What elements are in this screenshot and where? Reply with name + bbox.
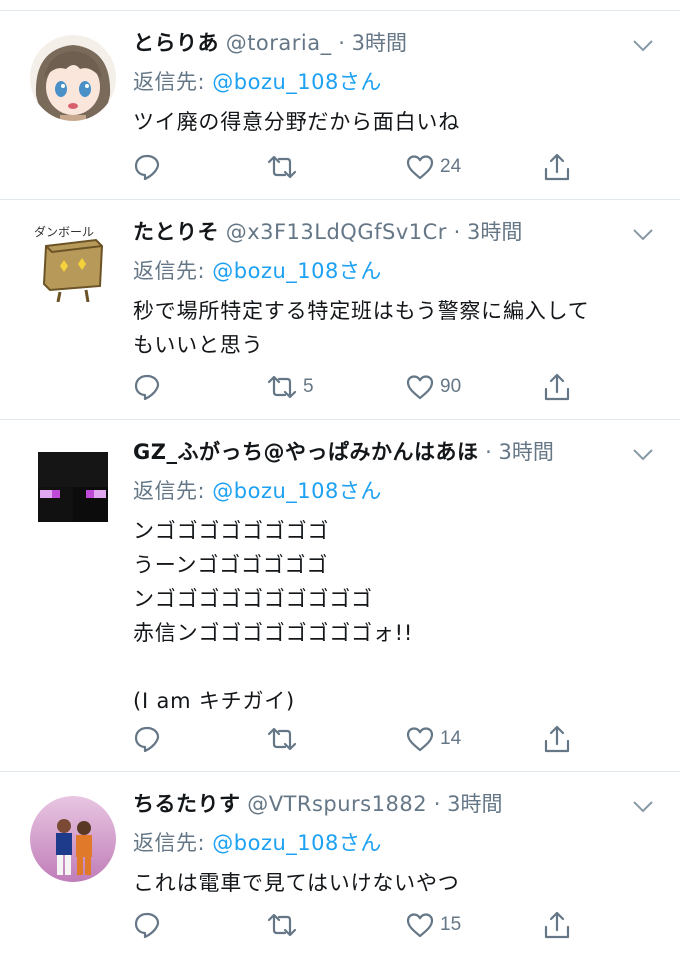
- like-button[interactable]: 14: [405, 723, 461, 755]
- reply-mention-link[interactable]: @bozu_108さん: [212, 259, 382, 283]
- reply-icon: [134, 912, 160, 939]
- tweet-actions: 24: [133, 151, 583, 183]
- reply-mention-link[interactable]: @bozu_108さん: [212, 831, 382, 855]
- timestamp[interactable]: 3時間: [447, 792, 502, 816]
- reply-button[interactable]: [133, 909, 161, 941]
- tweet-actions: 14: [133, 723, 583, 755]
- retweet-button[interactable]: [266, 909, 303, 941]
- user-handle[interactable]: @toraria_: [226, 31, 332, 55]
- like-button[interactable]: 15: [405, 909, 461, 941]
- retweet-icon: [267, 375, 297, 399]
- separator-dot: ·: [485, 440, 492, 464]
- retweet-button[interactable]: 5: [266, 371, 314, 403]
- user-handle[interactable]: @x3F13LdQGfSv1Cr: [226, 220, 447, 244]
- cardboard-box-avatar-icon[interactable]: ダンボール: [30, 216, 116, 302]
- tweet-header: とらりあ @toraria_ · 3時間: [133, 27, 407, 59]
- chevron-down-icon[interactable]: [632, 39, 654, 53]
- reply-button[interactable]: [133, 151, 161, 183]
- reply-button[interactable]: [133, 371, 161, 403]
- reply-context: 返信先: @bozu_108さん: [133, 828, 382, 858]
- reply-icon: [134, 154, 160, 181]
- retweet-icon: [267, 727, 297, 751]
- heart-icon: [406, 913, 434, 938]
- tweet-actions: 5 90: [133, 371, 583, 403]
- reply-mention-link[interactable]: @bozu_108さん: [212, 479, 382, 503]
- tweet-item[interactable]: ダンボール たとりそ @x3F13LdQGfSv1Cr · 3時間 返信先: @…: [0, 200, 680, 420]
- display-name[interactable]: GZ_ふがっち@やっぱみかんはあほ: [133, 440, 478, 464]
- tweet-header: ちるたりす @VTRspurs1882 · 3時間: [133, 788, 503, 820]
- chevron-down-icon[interactable]: [632, 800, 654, 814]
- tweet-text: ンゴゴゴゴゴゴゴゴ うーンゴゴゴゴゴゴ ンゴゴゴゴゴゴゴゴゴゴ 赤信ンゴゴゴゴゴ…: [133, 519, 414, 713]
- share-icon: [544, 153, 570, 181]
- retweet-button[interactable]: [266, 723, 303, 755]
- display-name[interactable]: たとりそ: [133, 220, 219, 244]
- timestamp[interactable]: 3時間: [499, 440, 554, 464]
- reply-icon: [134, 726, 160, 753]
- chevron-down-icon[interactable]: [632, 448, 654, 462]
- pixel-enderman-avatar-icon[interactable]: [38, 452, 108, 522]
- reply-mention-link[interactable]: @bozu_108さん: [212, 70, 382, 94]
- reply-context: 返信先: @bozu_108さん: [133, 256, 382, 286]
- retweet-count: 5: [303, 376, 314, 397]
- reply-icon: [134, 374, 160, 401]
- timestamp[interactable]: 3時間: [352, 31, 407, 55]
- heart-icon: [406, 155, 434, 180]
- tweet-feed: とらりあ @toraria_ · 3時間 返信先: @bozu_108さん ツイ…: [0, 0, 680, 975]
- reply-button[interactable]: [133, 723, 161, 755]
- retweet-icon: [267, 155, 297, 179]
- share-button[interactable]: [543, 151, 571, 183]
- heart-icon: [406, 375, 434, 400]
- avatar-label: ダンボール: [34, 224, 94, 239]
- like-count: 24: [440, 156, 462, 177]
- reply-prefix: 返信先:: [133, 831, 213, 855]
- user-handle[interactable]: @VTRspurs1882: [247, 792, 427, 816]
- tweet-item[interactable]: ちるたりす @VTRspurs1882 · 3時間 返信先: @bozu_108…: [0, 772, 680, 975]
- retweet-button[interactable]: [266, 151, 303, 183]
- tweet-item[interactable]: とらりあ @toraria_ · 3時間 返信先: @bozu_108さん ツイ…: [0, 11, 680, 200]
- share-button[interactable]: [543, 909, 571, 941]
- tweet-item[interactable]: GZ_ふがっち@やっぱみかんはあほ · 3時間 返信先: @bozu_108さん…: [0, 420, 680, 772]
- anime-girl-avatar-icon[interactable]: [30, 35, 116, 121]
- timestamp[interactable]: 3時間: [467, 220, 522, 244]
- tweet-header: たとりそ @x3F13LdQGfSv1Cr · 3時間: [133, 216, 522, 248]
- share-button[interactable]: [543, 371, 571, 403]
- tweet-actions: 15: [133, 909, 583, 941]
- share-icon: [544, 373, 570, 401]
- chevron-down-icon[interactable]: [632, 228, 654, 242]
- tweet-text: ツイ廃の得意分野だから面白いね: [133, 110, 460, 134]
- reply-context: 返信先: @bozu_108さん: [133, 476, 382, 506]
- heart-icon: [406, 727, 434, 752]
- display-name[interactable]: とらりあ: [133, 31, 219, 55]
- soccer-players-avatar-icon[interactable]: [30, 796, 116, 882]
- reply-context: 返信先: @bozu_108さん: [133, 67, 382, 97]
- retweet-icon: [267, 913, 297, 937]
- like-count: 90: [440, 376, 462, 397]
- reply-prefix: 返信先:: [133, 70, 213, 94]
- like-button[interactable]: 90: [405, 371, 461, 403]
- like-button[interactable]: 24: [405, 151, 461, 183]
- display-name[interactable]: ちるたりす: [133, 792, 241, 816]
- share-icon: [544, 911, 570, 939]
- share-button[interactable]: [543, 723, 571, 755]
- like-count: 15: [440, 914, 462, 935]
- reply-prefix: 返信先:: [133, 479, 213, 503]
- tweet-text: これは電車で見てはいけないやつ: [133, 871, 460, 895]
- separator-dot: ·: [338, 31, 345, 55]
- tweet-text: 秒で場所特定する特定班はもう警察に編入して もいいと思う: [133, 299, 590, 357]
- share-icon: [544, 725, 570, 753]
- separator-dot: ·: [453, 220, 461, 244]
- reply-prefix: 返信先:: [133, 259, 213, 283]
- tweet-header: GZ_ふがっち@やっぱみかんはあほ · 3時間: [133, 436, 554, 468]
- like-count: 14: [440, 728, 462, 749]
- separator-dot: ·: [433, 792, 441, 816]
